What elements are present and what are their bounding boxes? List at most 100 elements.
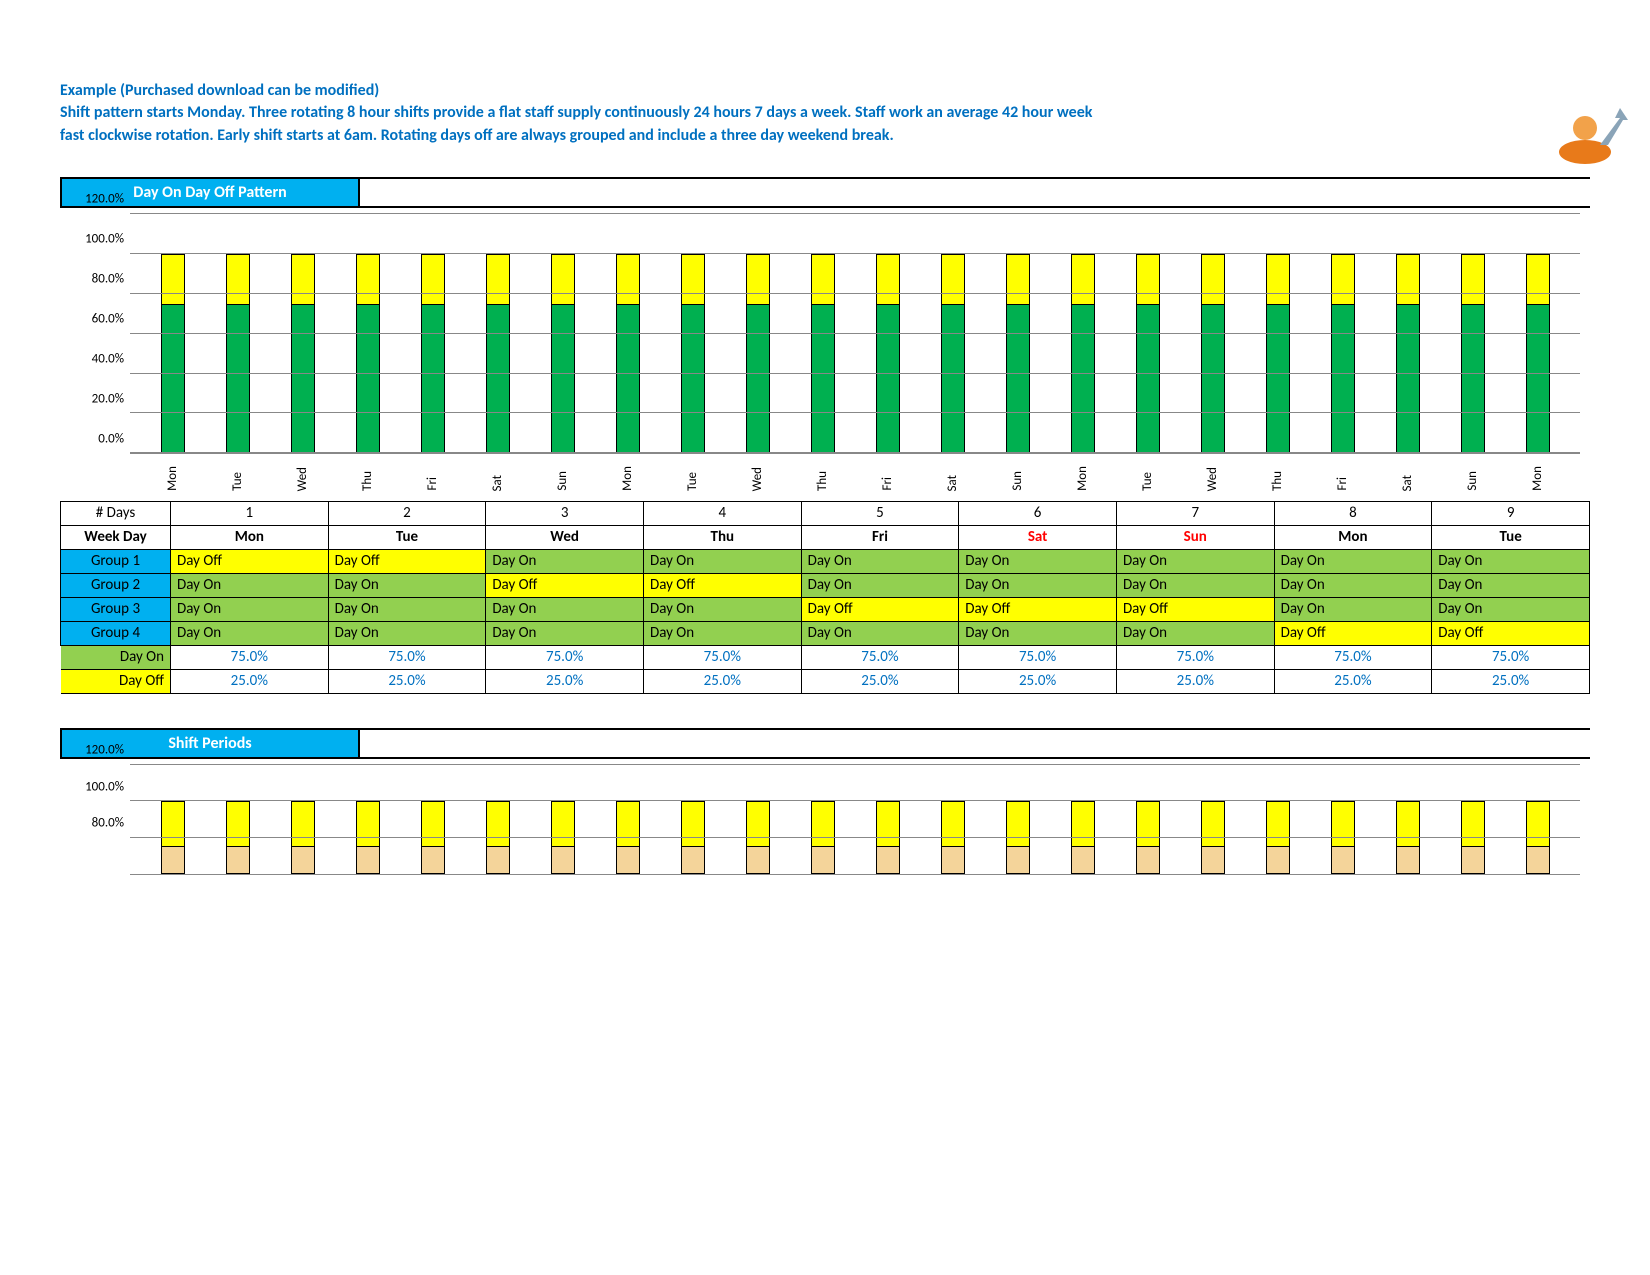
x-label: Thu bbox=[1270, 471, 1285, 491]
x-label-slot: Mon bbox=[1050, 460, 1115, 491]
bar bbox=[1331, 254, 1355, 453]
row-summary: Day On75.0%75.0%75.0%75.0%75.0%75.0%75.0… bbox=[61, 645, 1590, 669]
bar-segment-lower bbox=[1397, 846, 1419, 873]
x-label-slot: Thu bbox=[1245, 460, 1310, 491]
bar-slot bbox=[660, 214, 725, 453]
bar-slot bbox=[920, 765, 985, 874]
bar-slot bbox=[530, 214, 595, 453]
group-label: Group 3 bbox=[61, 597, 171, 621]
bar bbox=[616, 254, 640, 453]
shift-cell: Day On bbox=[1274, 549, 1432, 573]
bar-segment-off bbox=[1072, 255, 1094, 304]
bar-slot bbox=[1180, 214, 1245, 453]
x-label-slot: Mon bbox=[595, 460, 660, 491]
summary-label: Day Off bbox=[61, 669, 171, 693]
x-label-slot: Fri bbox=[855, 460, 920, 491]
x-label-slot: Mon bbox=[140, 460, 205, 491]
shift-cell: Day On bbox=[1274, 597, 1432, 621]
bar bbox=[226, 254, 250, 453]
section-title-pattern: Day On Day Off Pattern bbox=[60, 177, 1590, 208]
bar-slot bbox=[270, 765, 335, 874]
bar-segment-yellow bbox=[942, 802, 964, 846]
group-label: Group 1 bbox=[61, 549, 171, 573]
bar-segment-lower bbox=[1332, 846, 1354, 873]
x-label-slot: Thu bbox=[335, 460, 400, 491]
y-tick: 100.0% bbox=[85, 779, 124, 794]
x-label: Wed bbox=[1205, 467, 1220, 491]
bar bbox=[876, 254, 900, 453]
shift-cell: Day On bbox=[643, 621, 801, 645]
x-label: Sat bbox=[945, 475, 960, 491]
bar-segment-on bbox=[1332, 304, 1354, 452]
summary-pct: 25.0% bbox=[171, 669, 329, 693]
summary-pct: 25.0% bbox=[1432, 669, 1590, 693]
schedule-table: # Days123456789Week DayMonTueWedThuFriSa… bbox=[60, 501, 1590, 694]
bar-segment-off bbox=[227, 255, 249, 304]
shift-cell: Day On bbox=[486, 621, 644, 645]
day-number: 5 bbox=[801, 501, 959, 525]
shift-cell: Day On bbox=[171, 573, 329, 597]
x-label: Mon bbox=[1530, 466, 1545, 491]
header-line1: Example (Purchased download can be modif… bbox=[60, 80, 1110, 102]
y-tick: 0.0% bbox=[98, 432, 124, 447]
bar-segment-yellow bbox=[552, 802, 574, 846]
x-label: Sun bbox=[1465, 471, 1480, 491]
x-label: Fri bbox=[425, 477, 440, 491]
bar bbox=[746, 254, 770, 453]
bar-segment-on bbox=[227, 304, 249, 452]
bar-slot bbox=[1245, 214, 1310, 453]
bar-slot bbox=[1375, 765, 1440, 874]
bar-slot bbox=[1050, 214, 1115, 453]
bar-segment-on bbox=[812, 304, 834, 452]
bar-segment-yellow bbox=[682, 802, 704, 846]
bar-segment-off bbox=[552, 255, 574, 304]
x-label-slot: Sat bbox=[920, 460, 985, 491]
summary-pct: 25.0% bbox=[643, 669, 801, 693]
bar-segment-on bbox=[1072, 304, 1094, 452]
bar-segment-on bbox=[617, 304, 639, 452]
chart1-x-labels: MonTueWedThuFriSatSunMonTueWedThuFriSatS… bbox=[130, 460, 1580, 491]
bar-slot bbox=[1505, 214, 1570, 453]
weekday: Sun bbox=[1116, 525, 1274, 549]
bar bbox=[551, 254, 575, 453]
bar-segment-on bbox=[1527, 304, 1549, 452]
bar-segment-off bbox=[292, 255, 314, 304]
weekday: Mon bbox=[171, 525, 329, 549]
bar-slot bbox=[335, 765, 400, 874]
bar-segment-lower bbox=[487, 846, 509, 873]
summary-pct: 75.0% bbox=[1116, 645, 1274, 669]
x-label: Fri bbox=[1335, 477, 1350, 491]
x-label-slot: Fri bbox=[1310, 460, 1375, 491]
bar-slot bbox=[855, 765, 920, 874]
y-tick: 120.0% bbox=[85, 742, 124, 757]
bar bbox=[356, 254, 380, 453]
shift-cell: Day On bbox=[643, 549, 801, 573]
summary-label: Day On bbox=[61, 645, 171, 669]
x-label-slot: Sat bbox=[465, 460, 530, 491]
chart1-x-labels-wrap: MonTueWedThuFriSatSunMonTueWedThuFriSatS… bbox=[60, 460, 1590, 491]
bar-segment-on bbox=[747, 304, 769, 452]
bar-segment-off bbox=[877, 255, 899, 304]
logo-icon bbox=[1550, 100, 1630, 170]
bar-segment-on bbox=[487, 304, 509, 452]
summary-pct: 25.0% bbox=[486, 669, 644, 693]
bar-segment-yellow bbox=[1527, 802, 1549, 846]
bar bbox=[1526, 254, 1550, 453]
bar-segment-yellow bbox=[1202, 802, 1224, 846]
bar-segment-on bbox=[942, 304, 964, 452]
bar bbox=[681, 254, 705, 453]
shift-cell: Day On bbox=[328, 621, 486, 645]
summary-pct: 75.0% bbox=[328, 645, 486, 669]
bar-slot bbox=[1310, 214, 1375, 453]
x-label-slot: Tue bbox=[205, 460, 270, 491]
x-label: Mon bbox=[1075, 466, 1090, 491]
bar-slot bbox=[1375, 214, 1440, 453]
bar-segment-on bbox=[1267, 304, 1289, 452]
shift-cell: Day Off bbox=[1432, 621, 1590, 645]
shift-cell: Day Off bbox=[801, 597, 959, 621]
bar bbox=[941, 254, 965, 453]
x-label-slot: Tue bbox=[660, 460, 725, 491]
bar-slot bbox=[1180, 765, 1245, 874]
bar-slot bbox=[790, 214, 855, 453]
bar-segment-lower bbox=[162, 846, 184, 873]
